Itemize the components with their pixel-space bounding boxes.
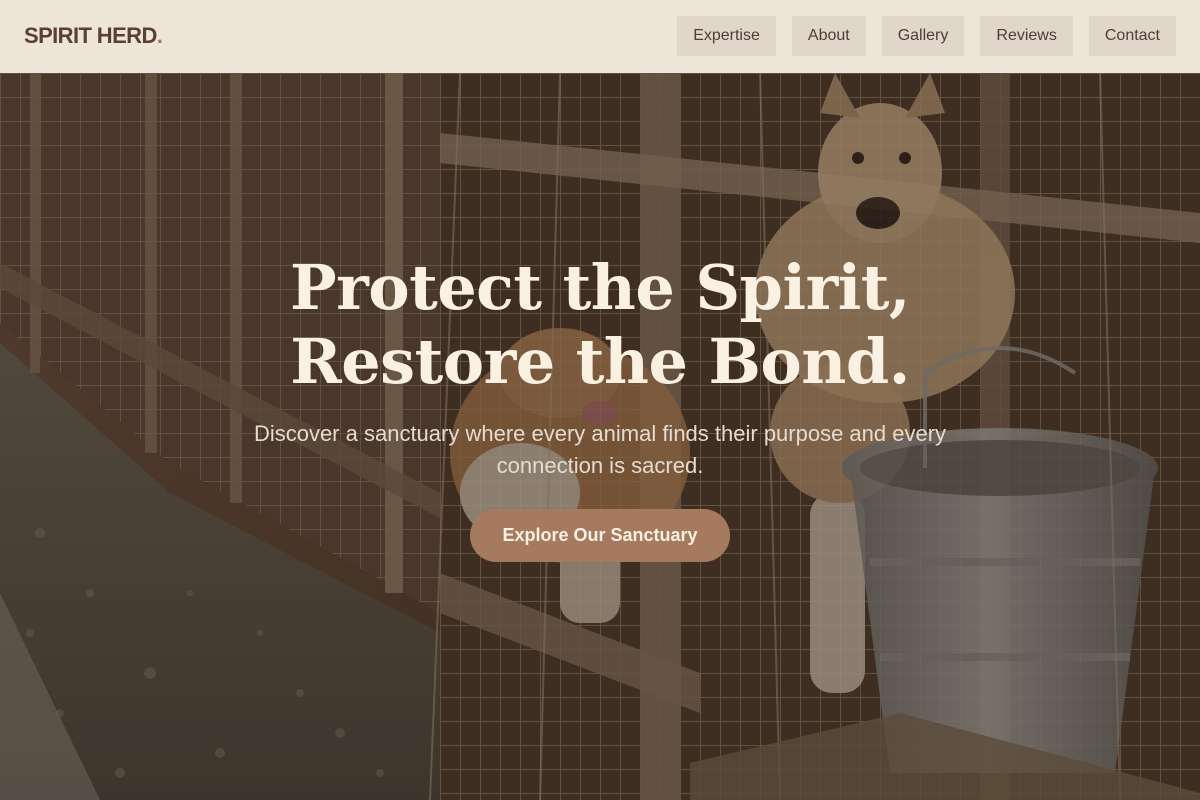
nav-gallery[interactable]: Gallery	[881, 16, 965, 56]
logo[interactable]: SPIRIT HERD.	[24, 22, 163, 50]
hero-title: Protect the Spirit, Restore the Bond.	[100, 251, 1100, 399]
hero-title-line-1: Protect the Spirit,	[289, 251, 911, 324]
main-nav: Expertise About Gallery Reviews Contact	[677, 16, 1176, 56]
hero-section: Protect the Spirit, Restore the Bond. Di…	[0, 73, 1200, 800]
site-header: SPIRIT HERD. Expertise About Gallery Rev…	[0, 0, 1200, 73]
hero-subtitle: Discover a sanctuary where every animal …	[253, 421, 947, 478]
logo-dot: .	[156, 23, 163, 48]
nav-expertise[interactable]: Expertise	[677, 16, 776, 56]
hero-title-line-2: Restore the Bond.	[290, 325, 910, 398]
nav-about[interactable]: About	[791, 16, 866, 56]
nav-reviews[interactable]: Reviews	[980, 16, 1073, 56]
logo-text: SPIRIT HERD	[24, 23, 157, 48]
explore-sanctuary-button[interactable]: Explore Our Sanctuary	[470, 509, 730, 562]
nav-contact[interactable]: Contact	[1088, 16, 1176, 56]
